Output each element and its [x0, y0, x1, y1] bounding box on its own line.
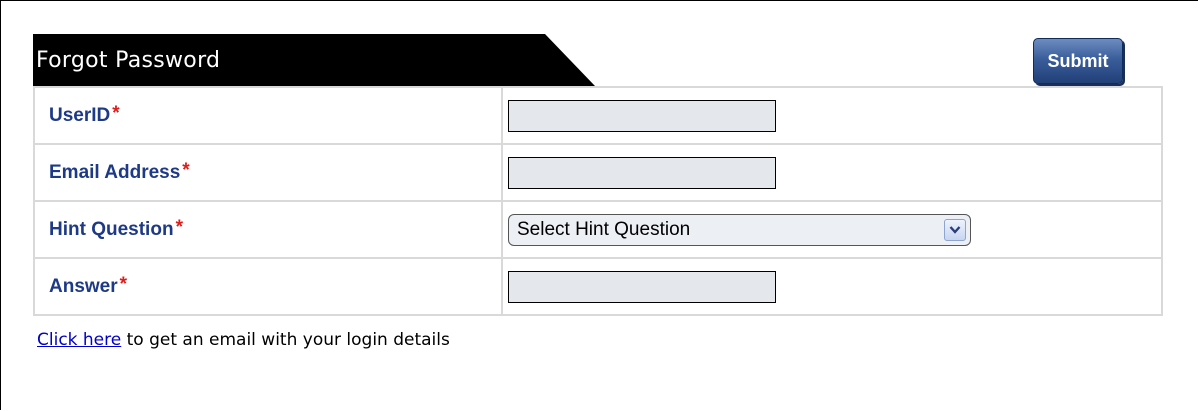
required-marker: *: [112, 102, 120, 124]
answer-label-cell: Answer *: [33, 257, 503, 316]
required-marker: *: [182, 159, 190, 181]
hint-question-select[interactable]: Select Hint Question: [508, 213, 971, 246]
hint-question-label: Hint Question: [49, 218, 174, 240]
forgot-password-form: UserID * Email Address * Hint Question * Se…: [33, 86, 1163, 316]
form-row-email: Email Address *: [33, 143, 1163, 202]
click-here-link[interactable]: Click here: [37, 330, 121, 350]
form-row-hint-question: Hint Question * Select Hint Question: [33, 200, 1163, 259]
hint-question-input-cell: Select Hint Question: [501, 200, 1163, 259]
userid-input[interactable]: [508, 99, 776, 132]
form-row-userid: UserID *: [33, 86, 1163, 145]
userid-label: UserID: [49, 104, 111, 126]
email-label: Email Address: [49, 161, 181, 183]
page-title: Forgot Password: [36, 48, 221, 73]
required-marker: *: [175, 216, 183, 238]
answer-input[interactable]: [508, 270, 776, 303]
answer-label: Answer: [49, 275, 118, 297]
form-row-answer: Answer *: [33, 257, 1163, 316]
required-marker: *: [119, 273, 128, 295]
title-banner: Forgot Password: [33, 34, 595, 86]
submit-button[interactable]: Submit: [1033, 38, 1123, 84]
email-field[interactable]: [508, 156, 776, 189]
hint-question-label-cell: Hint Question *: [33, 200, 503, 259]
chevron-down-icon[interactable]: [944, 218, 966, 241]
userid-label-cell: UserID *: [33, 86, 503, 145]
login-details-text: to get an email with your login details: [121, 330, 450, 350]
email-label-cell: Email Address *: [33, 143, 503, 202]
userid-input-cell: [501, 86, 1163, 145]
hint-question-selected-value: Select Hint Question: [517, 218, 691, 240]
login-details-help: Click here to get an email with your log…: [37, 330, 450, 350]
email-input-cell: [501, 143, 1163, 202]
answer-input-cell: [501, 257, 1163, 316]
